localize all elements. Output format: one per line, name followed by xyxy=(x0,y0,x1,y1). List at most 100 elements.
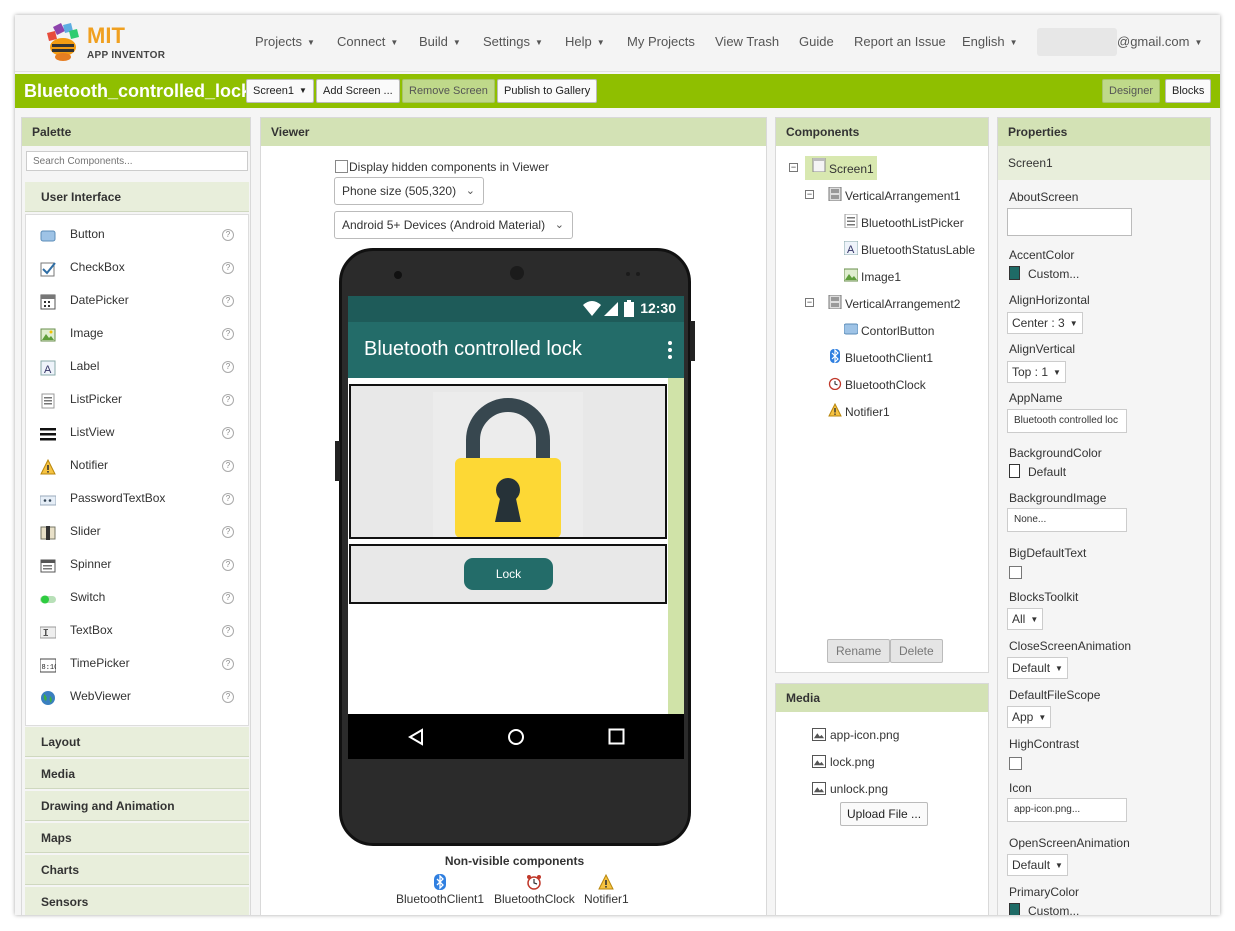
nav-guide-link[interactable]: Guide xyxy=(799,34,834,49)
palette-item-listview[interactable]: ListView ? xyxy=(26,417,248,450)
search-components-input[interactable] xyxy=(26,151,248,171)
mit-app-inventor-logo[interactable]: MIT APP INVENTOR xyxy=(43,21,173,65)
palette-item-webviewer[interactable]: WebViewer ? xyxy=(26,681,248,714)
remove-screen-button[interactable]: Remove Screen xyxy=(402,79,495,103)
media-file-lock[interactable]: lock.png xyxy=(812,755,875,769)
add-screen-button[interactable]: Add Screen ... xyxy=(316,79,400,103)
palette-item-textbox[interactable]: TextBox ? xyxy=(26,615,248,648)
nav-my-projects-link[interactable]: My Projects xyxy=(627,34,695,49)
help-icon[interactable]: ? xyxy=(222,658,234,670)
category-media[interactable]: Media xyxy=(25,759,249,789)
palette-item-slider[interactable]: Slider ? xyxy=(26,516,248,549)
tree-item-notifier1[interactable]: Notifier1 xyxy=(845,405,890,419)
palette-item-button[interactable]: Button ? xyxy=(26,219,248,252)
prop-alignvertical-dropdown[interactable]: Top : 1 ▼ xyxy=(1007,361,1066,383)
palette-item-passwordtextbox[interactable]: PasswordTextBox ? xyxy=(26,483,248,516)
media-file-app-icon[interactable]: app-icon.png xyxy=(812,728,899,742)
tree-item-bluetoothclient1[interactable]: BluetoothClient1 xyxy=(845,351,933,365)
palette-item-switch[interactable]: Switch ? xyxy=(26,582,248,615)
help-icon[interactable]: ? xyxy=(222,229,234,241)
tree-item-verticalarrangement2[interactable]: VerticalArrangement2 xyxy=(845,297,960,311)
media-file-unlock[interactable]: unlock.png xyxy=(812,782,888,796)
collapse-toggle[interactable]: − xyxy=(789,163,798,172)
prop-openscreenanimation-dropdown[interactable]: Default ▼ xyxy=(1007,854,1068,876)
rename-button[interactable]: Rename xyxy=(827,639,891,663)
nav-projects-menu[interactable]: Projects ▼ xyxy=(255,34,315,49)
prop-closescreenanimation-dropdown[interactable]: Default ▼ xyxy=(1007,657,1068,679)
designer-button[interactable]: Designer xyxy=(1102,79,1161,103)
help-icon[interactable]: ? xyxy=(222,526,234,538)
tree-item-bluetoothclock[interactable]: BluetoothClock xyxy=(845,378,926,392)
palette-item-image[interactable]: Image ? xyxy=(26,318,248,351)
nav-build-menu[interactable]: Build ▼ xyxy=(419,34,461,49)
category-sensors[interactable]: Sensors xyxy=(25,887,249,915)
nonvisible-bluetoothclient1[interactable]: BluetoothClient1 xyxy=(396,874,484,906)
vertical-arrangement-1[interactable] xyxy=(349,384,667,539)
help-icon[interactable]: ? xyxy=(222,361,234,373)
help-icon[interactable]: ? xyxy=(222,394,234,406)
nav-help-menu[interactable]: Help ▼ xyxy=(565,34,605,49)
category-charts[interactable]: Charts xyxy=(25,855,249,885)
nav-view-trash-link[interactable]: View Trash xyxy=(715,34,779,49)
prop-backgroundcolor-picker[interactable]: Default xyxy=(1009,464,1066,479)
prop-accentcolor-picker[interactable]: Custom... xyxy=(1009,266,1079,281)
palette-item-spinner[interactable]: Spinner ? xyxy=(26,549,248,582)
nonvisible-notifier1[interactable]: Notifier1 xyxy=(584,874,629,906)
palette-item-notifier[interactable]: Notifier ? xyxy=(26,450,248,483)
blocks-button[interactable]: Blocks xyxy=(1165,79,1212,103)
nonvisible-bluetoothclock[interactable]: BluetoothClock xyxy=(494,874,575,906)
publish-to-gallery-button[interactable]: Publish to Gallery xyxy=(497,79,598,103)
phone-size-select[interactable]: Phone size (505,320) ⌄ xyxy=(334,177,484,205)
help-icon[interactable]: ? xyxy=(222,460,234,472)
nav-account-menu[interactable]: @gmail.com ▼ xyxy=(1117,34,1202,49)
padlock-image[interactable] xyxy=(433,392,583,537)
palette-item-label[interactable]: A Label ? xyxy=(26,351,248,384)
prop-highcontrast-checkbox[interactable] xyxy=(1009,757,1022,770)
help-icon[interactable]: ? xyxy=(222,625,234,637)
lock-button[interactable]: Lock xyxy=(464,558,553,590)
prop-blockstoolkit-dropdown[interactable]: All ▼ xyxy=(1007,608,1044,630)
tree-item-bluetoothstatuslable[interactable]: BluetoothStatusLable xyxy=(861,243,975,257)
tree-item-contorlbutton[interactable]: ContorlButton xyxy=(861,324,934,338)
collapse-toggle[interactable]: − xyxy=(805,298,814,307)
nav-connect-menu[interactable]: Connect ▼ xyxy=(337,34,398,49)
help-icon[interactable]: ? xyxy=(222,691,234,703)
prop-appname-input[interactable]: Bluetooth controlled loc xyxy=(1007,409,1127,433)
category-user-interface[interactable]: User Interface xyxy=(25,182,249,212)
nav-settings-menu[interactable]: Settings ▼ xyxy=(483,34,543,49)
help-icon[interactable]: ? xyxy=(222,493,234,505)
help-icon[interactable]: ? xyxy=(222,559,234,571)
help-icon[interactable]: ? xyxy=(222,427,234,439)
palette-item-listpicker[interactable]: ListPicker ? xyxy=(26,384,248,417)
palette-item-timepicker[interactable]: 8:10 TimePicker ? xyxy=(26,648,248,681)
help-icon[interactable]: ? xyxy=(222,328,234,340)
tree-item-bluetoothlistpicker[interactable]: BluetoothListPicker xyxy=(861,216,964,230)
vertical-arrangement-2[interactable]: Lock xyxy=(349,544,667,604)
display-hidden-checkbox[interactable] xyxy=(335,160,348,173)
palette-item-datepicker[interactable]: DatePicker ? xyxy=(26,285,248,318)
category-maps[interactable]: Maps xyxy=(25,823,249,853)
prop-icon-picker[interactable]: app-icon.png... xyxy=(1007,798,1127,822)
prop-alignhorizontal-dropdown[interactable]: Center : 3 ▼ xyxy=(1007,312,1083,334)
help-icon[interactable]: ? xyxy=(222,262,234,274)
prop-defaultfilescope-dropdown[interactable]: App ▼ xyxy=(1007,706,1052,728)
prop-backgroundimage-picker[interactable]: None... xyxy=(1007,508,1127,532)
theme-select[interactable]: Android 5+ Devices (Android Material) ⌄ xyxy=(334,211,573,239)
tree-item-verticalarrangement1[interactable]: VerticalArrangement1 xyxy=(845,189,960,203)
prop-primarycolor-picker[interactable]: Custom... xyxy=(1009,903,1079,915)
upload-file-button[interactable]: Upload File ... xyxy=(840,802,929,826)
tree-item-screen1[interactable]: Screen1 xyxy=(829,162,874,176)
delete-button[interactable]: Delete xyxy=(890,639,943,663)
palette-item-checkbox[interactable]: CheckBox ? xyxy=(26,252,248,285)
nav-report-issue-link[interactable]: Report an Issue xyxy=(854,34,946,49)
collapse-toggle[interactable]: − xyxy=(805,190,814,199)
home-icon[interactable] xyxy=(507,728,525,746)
nav-language-menu[interactable]: English ▼ xyxy=(962,34,1018,49)
prop-aboutscreen-textarea[interactable] xyxy=(1007,208,1132,236)
recents-icon[interactable] xyxy=(608,728,625,745)
back-icon[interactable] xyxy=(408,728,424,746)
help-icon[interactable]: ? xyxy=(222,295,234,307)
overflow-menu-icon[interactable] xyxy=(668,340,672,360)
help-icon[interactable]: ? xyxy=(222,592,234,604)
prop-bigdefaulttext-checkbox[interactable] xyxy=(1009,566,1022,579)
